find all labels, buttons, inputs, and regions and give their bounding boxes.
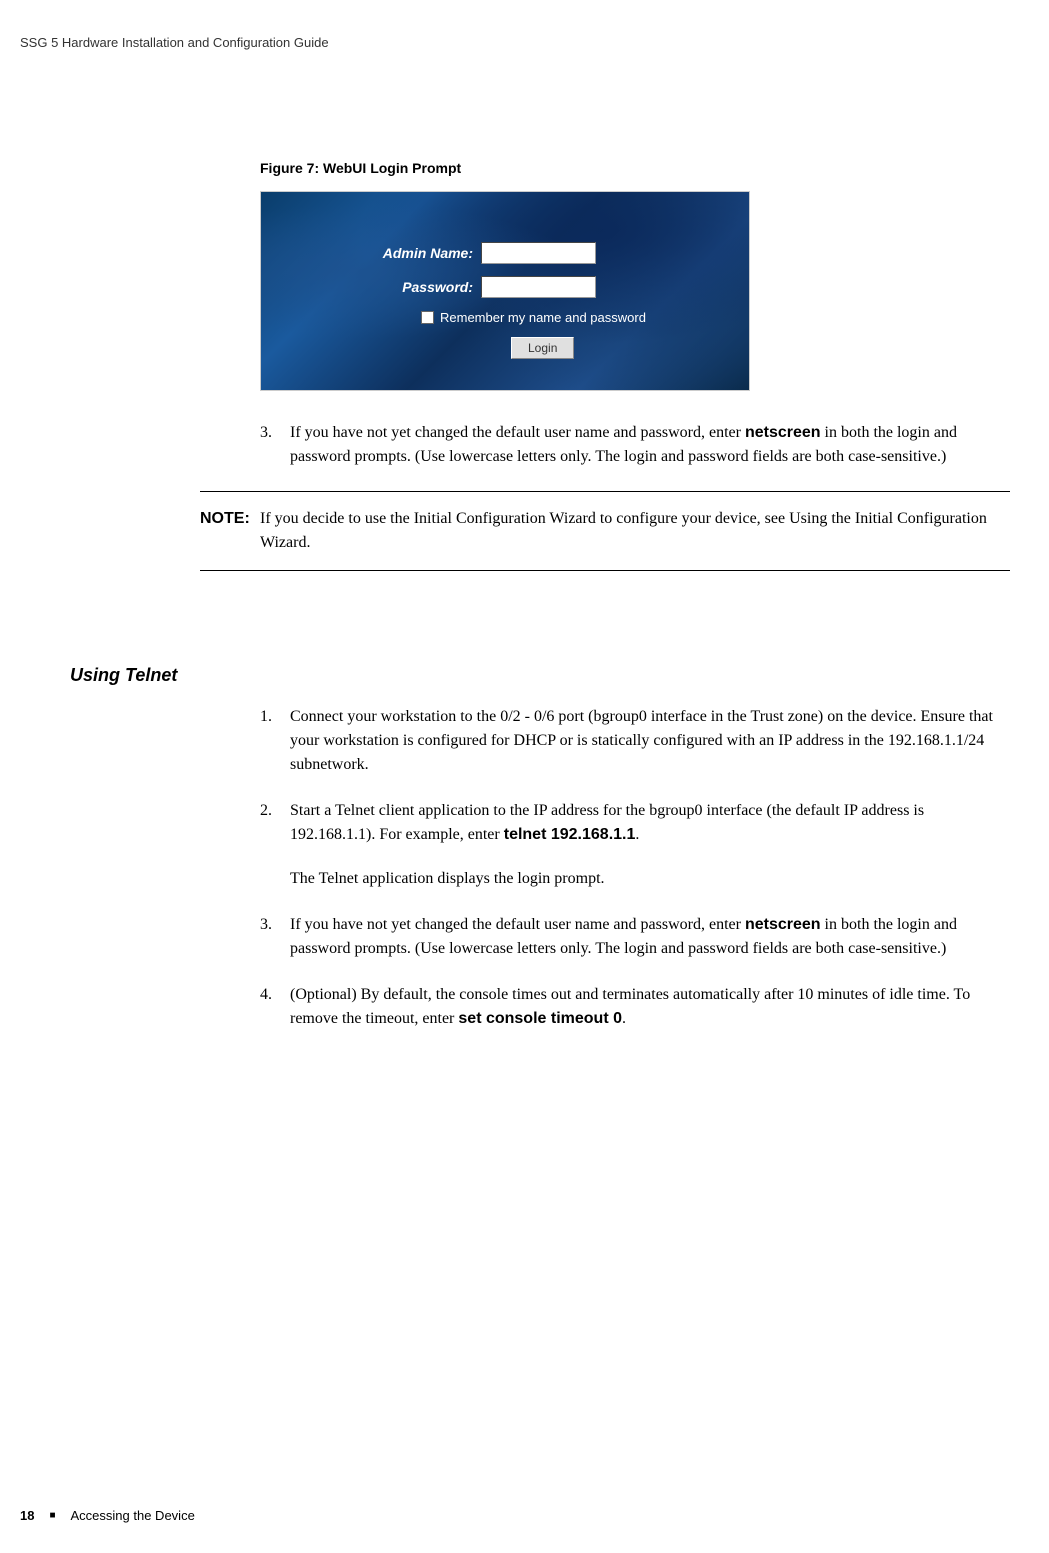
footer-page-number: 18: [20, 1508, 34, 1523]
footer-section: Accessing the Device: [71, 1508, 195, 1523]
password-label: Password:: [371, 279, 481, 295]
login-button[interactable]: Login: [511, 337, 574, 359]
telnet-step3-number: 3.: [260, 913, 290, 961]
remember-checkbox[interactable]: [421, 311, 434, 324]
note-label: NOTE:: [200, 507, 260, 555]
telnet-step3-text: If you have not yet changed the default …: [290, 913, 1010, 961]
telnet-step2-note: The Telnet application displays the logi…: [290, 867, 1010, 891]
telnet-step4-number: 4.: [260, 983, 290, 1031]
telnet-step1-number: 1.: [260, 705, 290, 777]
admin-name-label: Admin Name:: [371, 245, 481, 261]
section-heading-telnet: Using Telnet: [70, 665, 177, 686]
telnet-step4-text: (Optional) By default, the console times…: [290, 983, 1010, 1031]
footer-bullet-icon: ■: [49, 1510, 55, 1521]
remember-label: Remember my name and password: [440, 310, 646, 325]
webui-step-number: 3.: [260, 421, 290, 469]
telnet-step2-number: 2.: [260, 799, 290, 891]
webui-step-text: If you have not yet changed the default …: [290, 421, 1010, 469]
note-text: If you decide to use the Initial Configu…: [260, 507, 1010, 555]
telnet-step1-text: Connect your workstation to the 0/2 - 0/…: [290, 705, 1010, 777]
page-header: SSG 5 Hardware Installation and Configur…: [20, 35, 329, 50]
login-screenshot: Admin Name: Password: Remember my name a…: [260, 191, 750, 391]
note-box: NOTE: If you decide to use the Initial C…: [200, 491, 1010, 571]
telnet-step2-text: Start a Telnet client application to the…: [290, 799, 1010, 891]
password-input[interactable]: [481, 276, 596, 298]
page-footer: 18 ■ Accessing the Device: [20, 1508, 195, 1523]
figure-caption: Figure 7: WebUI Login Prompt: [260, 160, 1010, 176]
admin-name-input[interactable]: [481, 242, 596, 264]
